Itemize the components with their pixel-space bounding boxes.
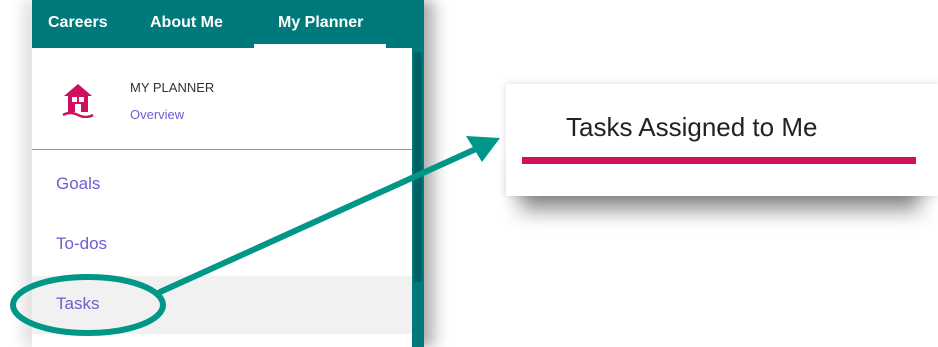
home-icon: [62, 84, 94, 118]
top-navigation: Careers About Me My Planner: [32, 0, 424, 48]
section-divider: [32, 149, 412, 150]
menu-item-goals[interactable]: Goals: [56, 174, 100, 194]
nav-my-planner[interactable]: My Planner: [278, 14, 363, 32]
nav-about-me[interactable]: About Me: [150, 14, 223, 32]
scrollbar-thumb[interactable]: [414, 52, 422, 282]
menu-item-todos[interactable]: To-dos: [56, 234, 107, 254]
annotation-arrowhead: [466, 136, 500, 162]
overview-link[interactable]: Overview: [130, 107, 184, 122]
active-nav-indicator: [254, 44, 386, 48]
active-tab-underline: [522, 157, 916, 164]
menu-item-tasks[interactable]: Tasks: [56, 294, 99, 314]
planner-title: MY PLANNER: [130, 80, 215, 95]
screenshot-canvas: Careers About Me My Planner MY PLANNER O…: [0, 0, 938, 347]
nav-careers[interactable]: Careers: [48, 14, 108, 32]
tab-tasks-assigned-to-me[interactable]: Tasks Assigned to Me: [566, 112, 817, 143]
planner-panel: Careers About Me My Planner MY PLANNER O…: [32, 0, 424, 347]
